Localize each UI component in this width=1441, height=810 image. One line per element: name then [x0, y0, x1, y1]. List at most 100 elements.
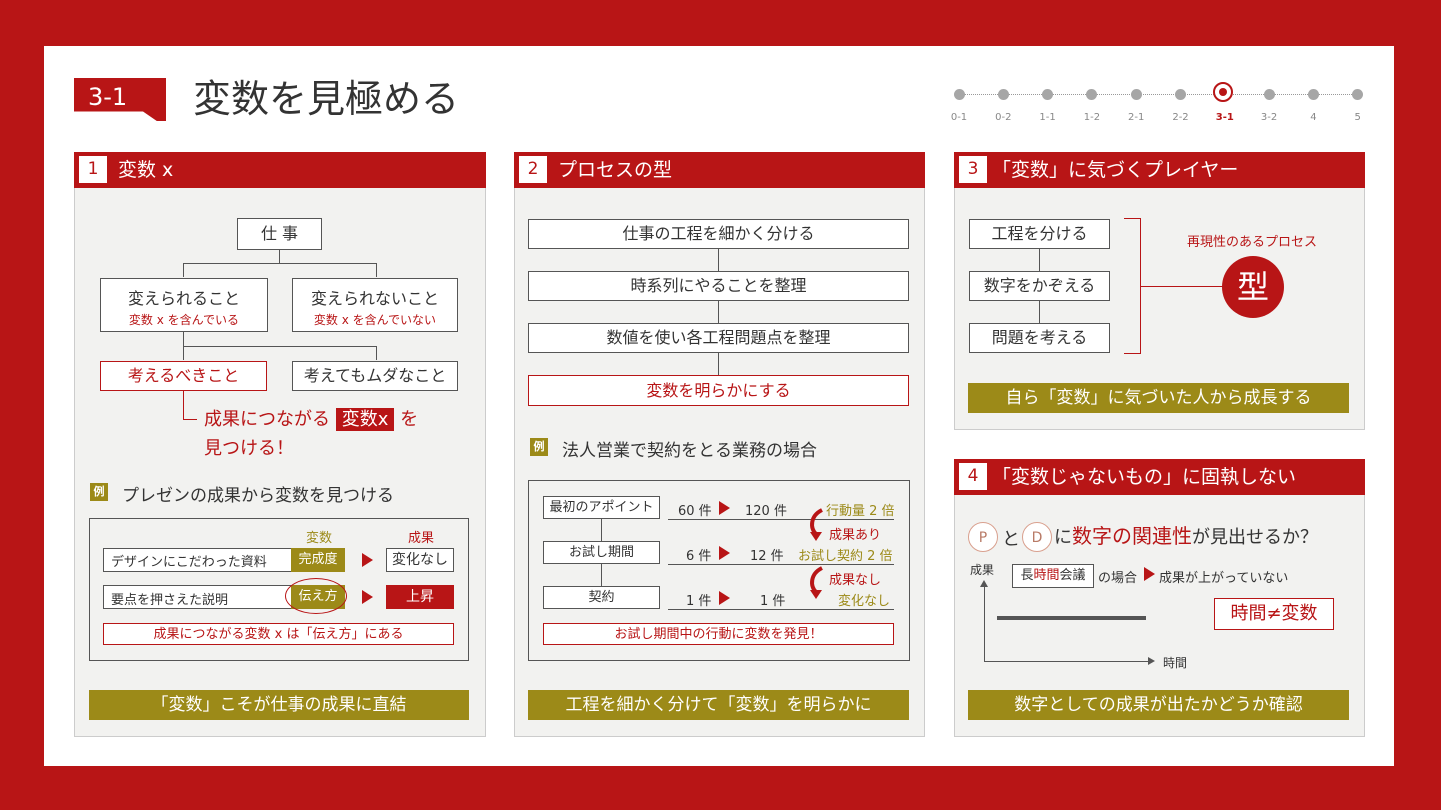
arrow-right-icon — [719, 591, 730, 605]
panel-2-footer: 工程を細かく分けて「変数」を明らかに — [528, 690, 909, 720]
connector — [601, 519, 602, 541]
connector — [279, 250, 280, 263]
player-step: 工程を分ける — [969, 219, 1110, 249]
time-not-variable-box: 時間≠変数 — [1214, 598, 1334, 630]
result-text: 成果につながる 変数x を — [204, 408, 418, 432]
sales-stage: お試し期間 — [543, 541, 660, 564]
sales-stage: 契約 — [543, 586, 660, 609]
y-axis-arrow-icon — [980, 580, 988, 587]
process-step-final: 変数を明らかにする — [528, 375, 909, 406]
row-label: 要点を押さえた説明 — [111, 593, 229, 608]
arrow-right-icon — [362, 590, 373, 604]
note-no-change: 変化なし — [838, 594, 891, 609]
page-title: 変数を見極める — [193, 77, 460, 121]
meeting-part: 会議 — [1059, 568, 1086, 583]
panel-4-footer: 数字としての成果が出たかどうか確認 — [968, 690, 1349, 720]
progress-dot[interactable] — [1042, 88, 1054, 100]
col-variable: 変数 — [306, 531, 333, 546]
progress-dot[interactable] — [1175, 88, 1186, 100]
bracket — [1124, 218, 1141, 354]
arrow-right-icon — [362, 553, 373, 567]
progress-dot[interactable] — [1130, 88, 1142, 100]
row-label: デザインにこだわった資料 — [111, 555, 267, 570]
note-no-success: 成果なし — [829, 573, 882, 588]
sales-stage: 最初のアポイント — [543, 496, 660, 519]
progress-label: 1-2 — [1083, 112, 1101, 123]
y-axis-label: 成果 — [970, 563, 995, 577]
count-before: 1 件 — [686, 594, 712, 609]
progress-label: 0-2 — [995, 112, 1012, 123]
progress-dot[interactable] — [1212, 82, 1233, 102]
connector — [376, 346, 377, 360]
process-step: 数値を使い各工程問題点を整理 — [528, 323, 909, 353]
think-box: 考えるべきこと — [100, 361, 267, 391]
changeable-label: 変えられること — [127, 289, 240, 308]
row-variable: 完成度 — [291, 548, 345, 572]
example-tag: 例 — [530, 438, 548, 456]
not-rising-text: 成果が上がっていない — [1159, 571, 1289, 586]
relation-highlight: 数字の関連性 — [1072, 524, 1192, 548]
panel-3-footer: 自ら「変数」に気づいた人から成長する — [968, 383, 1349, 413]
progress-dot[interactable] — [1086, 88, 1098, 100]
progress-dot[interactable] — [1307, 88, 1319, 100]
player-step: 問題を考える — [969, 323, 1110, 353]
progress-label: 3-2 — [1260, 112, 1278, 123]
row-underline — [668, 564, 894, 565]
row-result: 変化なし — [386, 548, 454, 572]
arrow-right-icon — [719, 546, 730, 560]
col-result: 成果 — [408, 531, 435, 546]
progress-dot[interactable] — [1352, 88, 1364, 100]
progress-label: 1-1 — [1039, 112, 1056, 123]
connector — [183, 263, 184, 277]
progress-dot[interactable] — [1263, 88, 1275, 100]
count-before: 60 件 — [678, 504, 712, 519]
y-axis — [984, 582, 985, 661]
progress-label: 4 — [1310, 112, 1317, 123]
variable-x-highlight: 変数x — [335, 408, 395, 431]
d-circle: D — [1022, 522, 1052, 552]
waste-box: 考えてもムダなこと — [292, 361, 458, 391]
progress-label: 2-2 — [1172, 112, 1189, 123]
panel-3-number: 3 — [959, 156, 987, 183]
panel-3-title: 「変数」に気づくプレイヤー — [992, 159, 1239, 181]
connector — [183, 419, 197, 420]
unchangeable-box: 変えられないこと 変数 x を含んでいない — [292, 278, 458, 332]
connector — [183, 346, 376, 347]
panel-1-number: 1 — [79, 156, 107, 183]
connector — [183, 263, 376, 264]
question-part: に — [1054, 527, 1072, 548]
progress-label: 3-1 — [1215, 112, 1234, 123]
connector — [718, 353, 719, 375]
progress-dot[interactable] — [997, 88, 1009, 100]
tree-root: 仕 事 — [237, 218, 322, 250]
sales-conclusion: お試し期間中の行動に変数を発見！ — [543, 623, 894, 645]
process-step: 時系列にやることを整理 — [528, 271, 909, 301]
and-text: と — [1002, 529, 1020, 550]
arrow-right-icon — [1144, 567, 1155, 581]
note-trial: お試し契約 2 倍 — [798, 549, 893, 564]
result-part: を — [400, 409, 419, 430]
unchangeable-label: 変えられないこと — [310, 289, 439, 308]
relation-question: に数字の関連性が見出せるか？ — [1054, 524, 1318, 550]
p-circle: P — [968, 522, 998, 552]
example-title: プレゼンの成果から変数を見つける — [122, 486, 394, 506]
row-result: 上昇 — [386, 585, 454, 609]
question-part: が見出せるか？ — [1192, 527, 1318, 548]
player-step: 数字をかぞえる — [969, 271, 1110, 301]
connector — [183, 391, 184, 419]
note-action-volume: 行動量 2 倍 — [826, 504, 895, 519]
x-axis-label: 時間 — [1163, 656, 1188, 670]
example-title: 法人営業で契約をとる業務の場合 — [562, 441, 817, 461]
connector — [1039, 249, 1040, 271]
count-after: 1 件 — [760, 594, 786, 609]
arrow-right-icon — [719, 501, 730, 515]
count-before: 6 件 — [686, 549, 712, 564]
meeting-box: 長時間会議 — [1012, 564, 1094, 588]
progress-label: 2-1 — [1128, 112, 1145, 123]
progress-label: 5 — [1354, 112, 1361, 123]
progress-dot[interactable] — [953, 88, 965, 100]
row-underline — [668, 609, 894, 610]
flat-result-line — [997, 616, 1146, 620]
x-axis — [984, 661, 1150, 662]
connector — [601, 564, 602, 586]
